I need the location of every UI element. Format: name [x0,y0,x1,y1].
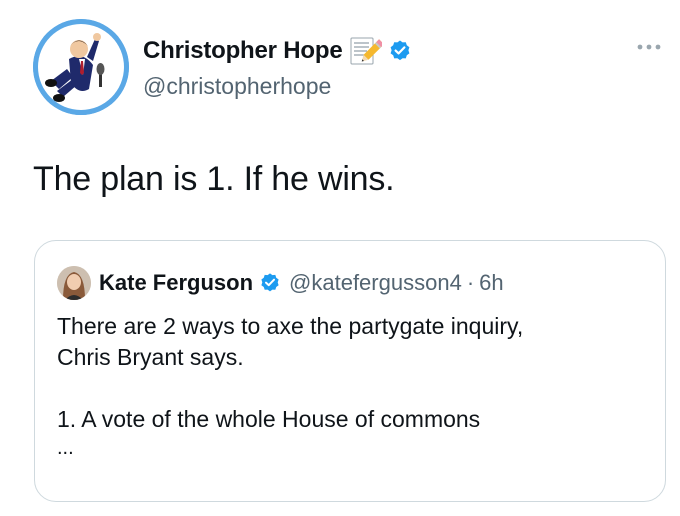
quoted-text-line: Chris Bryant says. [57,344,244,370]
tweet-text: The plan is 1. If he wins. [33,160,395,198]
author-avatar[interactable] [33,19,129,115]
quoted-header: Kate Ferguson @katefergusson4 · 6h [99,266,504,300]
verified-badge-icon [259,272,281,294]
quoted-author-avatar[interactable] [57,266,91,300]
more-horizontal-icon[interactable] [636,40,662,52]
verified-badge-icon [388,39,412,63]
author-display-name[interactable]: Christopher Hope [143,37,343,65]
quoted-text: There are 2 ways to axe the partygate in… [57,311,647,459]
cartoon-avatar-icon [33,19,129,115]
truncation-ellipsis: ... [57,437,74,459]
tweet-card: Christopher Hope @christopherhope The pl… [0,0,680,516]
quoted-timestamp[interactable]: 6h [479,270,503,296]
quoted-handle[interactable]: @katefergusson4 [289,270,462,296]
author-name-row: Christopher Hope [143,33,412,69]
quoted-display-name[interactable]: Kate Ferguson [99,270,253,296]
quoted-text-line: There are 2 ways to axe the partygate in… [57,313,524,339]
author-handle[interactable]: @christopherhope [143,73,331,100]
separator-dot: · [466,270,475,295]
memo-emoji-icon [348,34,385,68]
quoted-tweet[interactable]: Kate Ferguson @katefergusson4 · 6h There… [34,240,666,502]
quoted-text-line: 1. A vote of the whole House of commons [57,406,481,432]
